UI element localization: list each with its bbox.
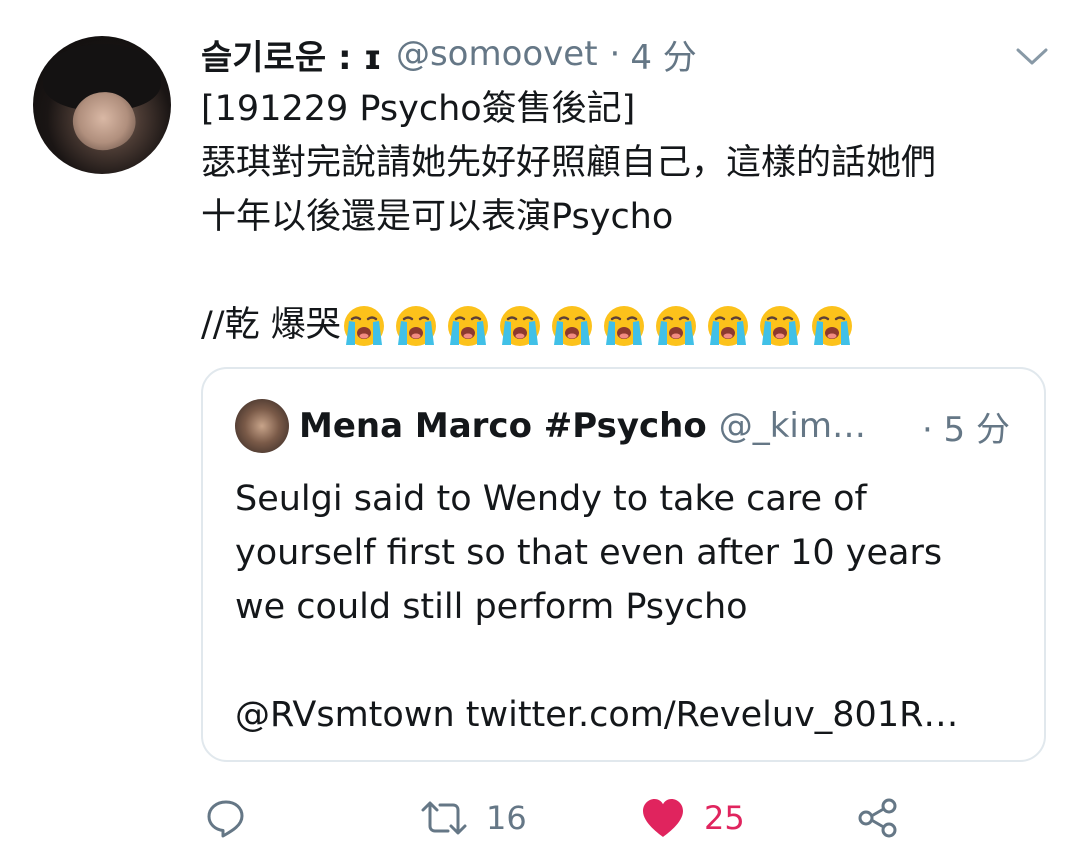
tweet-text-line: //乾 爆哭 [201, 305, 341, 345]
tweet-text-line: [191229 Psycho簽售後記] [201, 89, 636, 129]
separator-dot: · [609, 34, 621, 74]
quoted-avatar[interactable] [235, 399, 289, 453]
loudly-crying-face-icon [759, 306, 800, 346]
quoted-display-name: Mena Marco #Psycho [299, 406, 707, 446]
like-button[interactable]: 25 [640, 792, 745, 844]
loudly-crying-face-icon [603, 306, 644, 346]
share-button[interactable] [856, 792, 900, 844]
loudly-crying-face-icon [395, 306, 436, 346]
tweet-header: 슬기로운 : ɪ @somoovet · 4 分 [201, 28, 697, 80]
tweet-text-line: 十年以後還是可以表演Psycho [201, 197, 674, 237]
user-handle[interactable]: @somoovet [396, 34, 598, 74]
quoted-tweet[interactable]: Mena Marco #Psycho @_kim… · 5 分 Seulgi s… [201, 367, 1046, 762]
quoted-text-line: we could still perform Psycho [235, 587, 748, 627]
loudly-crying-face-icon [499, 306, 540, 346]
retweet-count: 16 [486, 799, 527, 837]
emoji-row [341, 303, 861, 349]
tweet-text-blank [201, 244, 1061, 298]
display-name[interactable]: 슬기로운 : ɪ [201, 30, 382, 79]
loudly-crying-face-icon [551, 306, 592, 346]
quoted-timestamp: · 5 分 [921, 409, 1010, 450]
tweet-text: [191229 Psycho簽售後記] 瑟琪對完說請她先好好照顧自己，這樣的話她… [201, 82, 1061, 352]
action-bar: 16 25 [200, 792, 920, 844]
quoted-link-line[interactable]: @RVsmtown twitter.com/Reveluv_801R… [235, 688, 1035, 742]
tweet-text-line-last: //乾 爆哭 [201, 298, 1061, 352]
quoted-text-blank [235, 634, 1035, 688]
reply-icon [207, 800, 244, 838]
loudly-crying-face-icon [343, 306, 384, 346]
quoted-text-line: Seulgi said to Wendy to take care of [235, 479, 867, 519]
like-count: 25 [704, 799, 745, 837]
loudly-crying-face-icon [655, 306, 696, 346]
loudly-crying-face-icon [707, 306, 748, 346]
reply-button[interactable] [204, 792, 248, 844]
share-icon [858, 798, 897, 838]
tweet[interactable]: 슬기로운 : ɪ @somoovet · 4 分 [191229 Psycho簽… [0, 0, 1080, 859]
tweet-text-line: 瑟琪對完說請她先好好照顧自己，這樣的話她們 [201, 143, 937, 183]
chevron-down-icon[interactable] [1014, 44, 1050, 68]
timestamp[interactable]: 4 分 [630, 30, 696, 79]
quoted-text-line: yourself first so that even after 10 yea… [235, 533, 943, 573]
retweet-icon [421, 801, 467, 835]
avatar[interactable] [33, 36, 171, 174]
quoted-text: Seulgi said to Wendy to take care of you… [235, 472, 1035, 742]
loudly-crying-face-icon [447, 306, 488, 346]
quoted-header: Mena Marco #Psycho @_kim… [299, 399, 1019, 453]
loudly-crying-face-icon [811, 306, 852, 346]
retweet-button[interactable]: 16 [420, 792, 527, 844]
quoted-handle: @_kim… [718, 406, 866, 446]
heart-icon [643, 799, 683, 837]
